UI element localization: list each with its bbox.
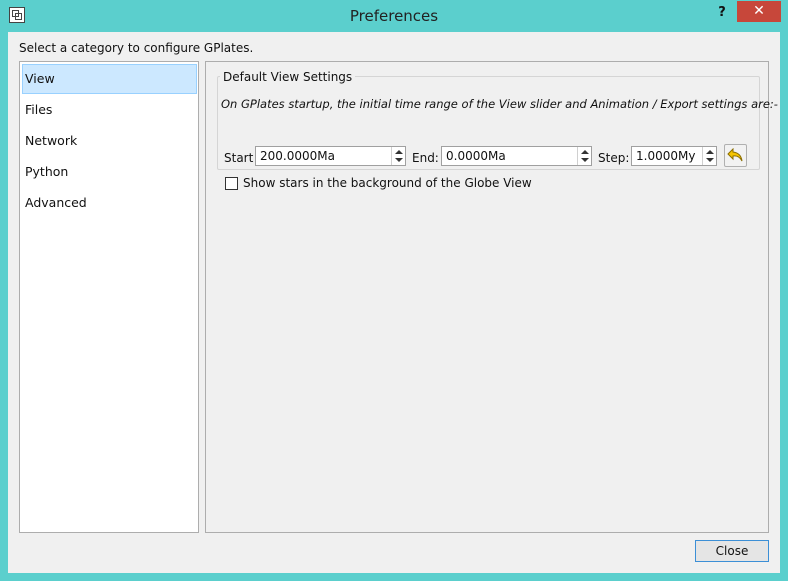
spin-up-icon[interactable]	[581, 150, 589, 154]
dialog-body: Select a category to configure GPlates. …	[8, 32, 780, 573]
reset-defaults-button[interactable]	[724, 144, 747, 167]
title-bar[interactable]: Preferences ? ✕	[0, 0, 788, 32]
category-list[interactable]: View Files Network Python Advanced	[19, 61, 199, 533]
start-time-spinbox[interactable]: 200.0000Ma	[255, 146, 406, 166]
step-value: 1.0000My	[636, 149, 696, 163]
end-spin-arrows[interactable]	[577, 147, 591, 165]
spin-up-icon[interactable]	[706, 150, 714, 154]
step-label: Step:	[598, 151, 630, 165]
step-spin-arrows[interactable]	[702, 147, 716, 165]
window-close-button[interactable]: ✕	[737, 1, 781, 22]
view-settings-page: Default View Settings On GPlates startup…	[205, 61, 778, 533]
group-title: Default View Settings	[220, 70, 356, 84]
end-label: End:	[412, 151, 439, 165]
spin-down-icon[interactable]	[395, 158, 403, 162]
spin-down-icon[interactable]	[706, 158, 714, 162]
category-item-network[interactable]: Network	[22, 126, 197, 156]
undo-arrow-icon	[727, 148, 743, 162]
preferences-window: Preferences ? ✕ Select a category to con…	[0, 0, 788, 581]
startup-description: On GPlates startup, the initial time ran…	[221, 97, 778, 111]
show-stars-checkbox[interactable]	[225, 177, 238, 190]
instruction-text: Select a category to configure GPlates.	[19, 41, 254, 55]
show-stars-label[interactable]: Show stars in the background of the Glob…	[243, 176, 532, 190]
start-spin-arrows[interactable]	[391, 147, 405, 165]
category-item-files[interactable]: Files	[22, 95, 197, 125]
spin-down-icon[interactable]	[581, 158, 589, 162]
window-title: Preferences	[349, 7, 439, 25]
start-label: Start	[224, 151, 254, 165]
category-item-python[interactable]: Python	[22, 157, 197, 187]
end-time-spinbox[interactable]: 0.0000Ma	[441, 146, 592, 166]
help-button[interactable]: ?	[712, 3, 732, 23]
end-value: 0.0000Ma	[446, 149, 506, 163]
step-spinbox[interactable]: 1.0000My	[631, 146, 717, 166]
category-item-advanced[interactable]: Advanced	[22, 188, 197, 218]
start-value: 200.0000Ma	[260, 149, 335, 163]
spin-up-icon[interactable]	[395, 150, 403, 154]
close-button[interactable]: Close	[695, 540, 769, 562]
category-item-view[interactable]: View	[22, 64, 197, 94]
